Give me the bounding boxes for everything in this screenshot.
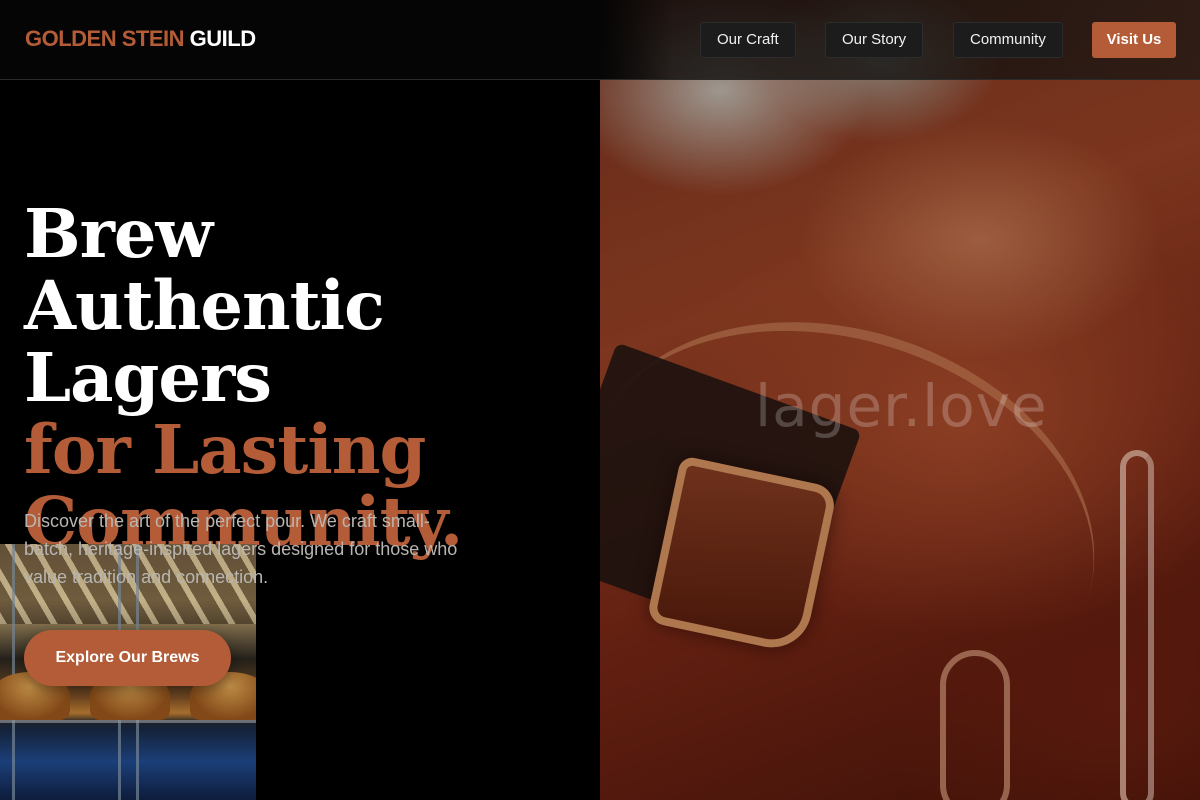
headline-line-1: Brew Authentic — [24, 194, 385, 345]
explore-brews-button[interactable]: Explore Our Brews — [24, 630, 231, 686]
visit-us-button[interactable]: Visit Us — [1092, 22, 1176, 58]
hero-headline: Brew Authentic Lagers for Lasting Commun… — [24, 198, 594, 558]
brand-name-part1: GOLDEN STEIN — [25, 26, 185, 51]
nav-our-story[interactable]: Our Story — [825, 22, 924, 58]
headline-line-2: Lagers — [24, 338, 272, 417]
image-watermark: lager.love — [755, 372, 1048, 440]
hero-subtext: Discover the art of the perfect pour. We… — [24, 511, 458, 587]
nav-our-craft[interactable]: Our Craft — [700, 22, 796, 58]
site-header: GOLDEN STEIN GUILD Our Craft Our Story C… — [0, 0, 1200, 80]
headline-line-3: for Lasting — [24, 410, 426, 489]
brand-logo[interactable]: GOLDEN STEIN GUILD — [25, 26, 256, 52]
nav-community[interactable]: Community — [953, 22, 1063, 58]
brand-name-part2: GUILD — [189, 26, 256, 51]
